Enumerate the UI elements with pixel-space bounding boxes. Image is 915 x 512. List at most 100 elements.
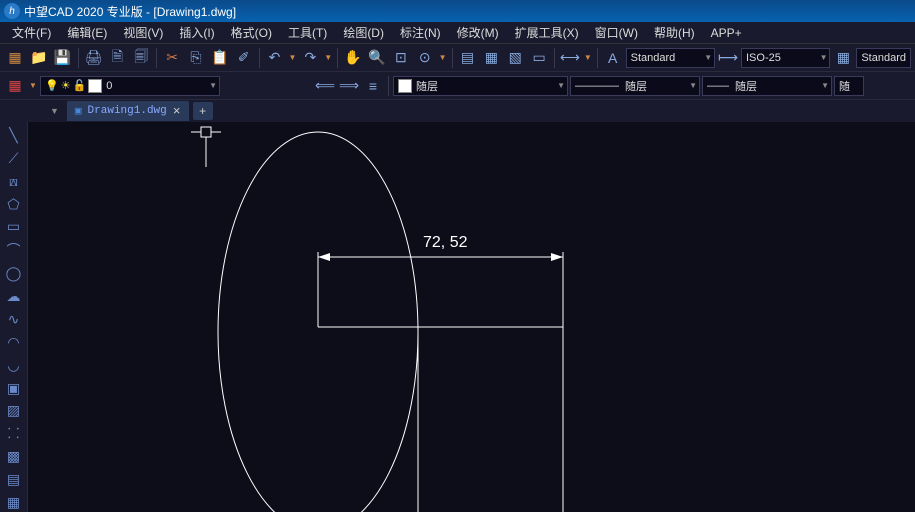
linetype-value: 随层 xyxy=(625,78,647,94)
copy-icon[interactable]: ⎘ xyxy=(185,47,207,69)
menu-insert[interactable]: 插入(I) xyxy=(173,22,220,43)
table-style-value: Standard xyxy=(861,52,906,64)
ellipse-icon[interactable]: ◠ xyxy=(3,333,25,352)
menu-view[interactable]: 视图(V) xyxy=(117,22,169,43)
menu-modify[interactable]: 修改(M) xyxy=(451,22,505,43)
polyline-icon[interactable]: ⟎ xyxy=(3,172,25,191)
dimstyle-icon[interactable]: ⟼ xyxy=(717,47,739,69)
arc-icon[interactable]: ⌒ xyxy=(3,240,25,260)
print-icon[interactable]: 🖨 xyxy=(83,47,105,69)
circle-icon[interactable]: ◯ xyxy=(3,264,25,283)
polygon-icon[interactable]: ⬠ xyxy=(3,195,25,214)
draw-toolbar: ╲ ⟋ ⟎ ⬠ ▭ ⌒ ◯ ☁ ∿ ◠ ◡ ▣ ▨ ⸬ ▩ ▤ ▦ xyxy=(0,122,28,512)
open-icon[interactable]: 📁 xyxy=(28,47,50,69)
separator xyxy=(78,48,79,68)
zoom-prev-icon[interactable]: ⊙ xyxy=(414,47,436,69)
tab-label: Drawing1.dwg xyxy=(88,105,167,117)
undo-icon[interactable]: ↶ xyxy=(264,47,286,69)
color-swatch xyxy=(398,79,412,93)
dwg-icon: ▣ xyxy=(75,104,82,118)
matchprop-icon[interactable]: ✐ xyxy=(233,47,255,69)
color-value: 随层 xyxy=(416,78,438,94)
chevron-down-icon: ▼ xyxy=(821,81,829,90)
menu-app-plus[interactable]: APP+ xyxy=(705,24,748,42)
textstyle-icon[interactable]: A xyxy=(602,47,624,69)
drawing-content: 72, 52 xyxy=(28,122,915,512)
layer-dd-icon[interactable]: ▼ xyxy=(28,75,38,97)
dim-linear-icon[interactable]: ⟷ xyxy=(559,47,581,69)
chevron-down-icon: ▼ xyxy=(689,81,697,90)
separator xyxy=(554,48,555,68)
redo-dd-icon[interactable]: ▼ xyxy=(323,47,333,69)
dim-arrow-left xyxy=(318,253,330,261)
chevron-down-icon: ▼ xyxy=(820,53,828,62)
designctr-icon[interactable]: ▦ xyxy=(480,47,502,69)
plotstyle-combo[interactable]: 随 xyxy=(834,76,864,96)
zoom-rt-icon[interactable]: 🔍 xyxy=(366,47,388,69)
lineweight-combo[interactable]: —— 随层 ▼ xyxy=(702,76,832,96)
document-tab[interactable]: ▣ Drawing1.dwg × xyxy=(67,101,189,121)
pan-icon[interactable]: ✋ xyxy=(342,47,364,69)
lineweight-value: 随层 xyxy=(735,78,757,94)
menu-format[interactable]: 格式(O) xyxy=(225,22,278,43)
new-tab-button[interactable]: + xyxy=(193,102,213,120)
layer-prev-icon[interactable]: ⟸ xyxy=(314,75,336,97)
titlebar: h 中望CAD 2020 专业版 - [Drawing1.dwg] xyxy=(0,0,915,22)
dim-style-value: ISO-25 xyxy=(746,52,781,64)
menu-draw[interactable]: 绘图(D) xyxy=(337,22,390,43)
new-icon[interactable]: ▦ xyxy=(4,47,26,69)
menu-window[interactable]: 窗口(W) xyxy=(589,22,644,43)
menu-edit[interactable]: 编辑(E) xyxy=(61,22,113,43)
revcloud-icon[interactable]: ☁ xyxy=(3,287,25,306)
make-block-icon[interactable]: ▨ xyxy=(3,401,25,420)
zoom-dd-icon[interactable]: ▼ xyxy=(438,47,448,69)
plotstyle-label: 随 xyxy=(839,78,850,94)
layer-name: 0 xyxy=(106,80,112,92)
line-icon[interactable]: ╲ xyxy=(3,126,25,145)
spline-icon[interactable]: ∿ xyxy=(3,310,25,329)
drawing-canvas[interactable]: 72, 52 xyxy=(28,122,915,512)
hatch-icon[interactable]: ▩ xyxy=(3,447,25,466)
dim-dd-icon[interactable]: ▼ xyxy=(583,47,593,69)
linetype-combo[interactable]: ———— 随层 ▼ xyxy=(570,76,700,96)
tablestyle-icon[interactable]: ▦ xyxy=(832,47,854,69)
print-preview-icon[interactable]: 🗎 xyxy=(106,47,128,69)
tool-palette-icon[interactable]: ▧ xyxy=(504,47,526,69)
dim-arrow-right xyxy=(551,253,563,261)
publish-icon[interactable]: 🗐 xyxy=(130,47,152,69)
properties-icon[interactable]: ▤ xyxy=(457,47,479,69)
xline-icon[interactable]: ⟋ xyxy=(3,149,25,168)
tab-list-icon[interactable]: ▼ xyxy=(50,106,59,116)
menu-file[interactable]: 文件(F) xyxy=(6,22,57,43)
menu-help[interactable]: 帮助(H) xyxy=(648,22,701,43)
layer-state-icon[interactable]: ⟹ xyxy=(338,75,360,97)
table-style-combo[interactable]: Standard xyxy=(856,48,911,68)
text-style-combo[interactable]: Standard ▼ xyxy=(626,48,715,68)
ellipse-arc-icon[interactable]: ◡ xyxy=(3,356,25,375)
save-icon[interactable]: 💾 xyxy=(52,47,74,69)
color-combo[interactable]: 随层 ▼ xyxy=(393,76,568,96)
menu-express[interactable]: 扩展工具(X) xyxy=(509,22,585,43)
close-icon[interactable]: × xyxy=(173,104,181,119)
menu-dimension[interactable]: 标注(N) xyxy=(394,22,447,43)
redo-icon[interactable]: ↷ xyxy=(299,47,321,69)
cut-icon[interactable]: ✂ xyxy=(161,47,183,69)
undo-dd-icon[interactable]: ▼ xyxy=(287,47,297,69)
dim-style-combo[interactable]: ISO-25 ▼ xyxy=(741,48,830,68)
calc-icon[interactable]: ▭ xyxy=(528,47,550,69)
separator xyxy=(452,48,453,68)
rectangle-icon[interactable]: ▭ xyxy=(3,217,25,236)
crosshair-cursor xyxy=(191,127,221,167)
dimension-text[interactable]: 72, 52 xyxy=(423,234,468,251)
insert-block-icon[interactable]: ▣ xyxy=(3,379,25,398)
layer-manager-icon[interactable]: ▦ xyxy=(4,75,26,97)
layer-iso-icon[interactable]: ≡ xyxy=(362,75,384,97)
point-icon[interactable]: ⸬ xyxy=(3,424,25,443)
menu-tools[interactable]: 工具(T) xyxy=(282,22,333,43)
bulb-icon: 💡 xyxy=(45,79,59,92)
table-icon[interactable]: ▦ xyxy=(3,493,25,512)
zoom-win-icon[interactable]: ⊡ xyxy=(390,47,412,69)
layer-combo[interactable]: 💡 ☀ 🔓 0 ▼ xyxy=(40,76,220,96)
region-icon[interactable]: ▤ xyxy=(3,470,25,489)
paste-icon[interactable]: 📋 xyxy=(209,47,231,69)
